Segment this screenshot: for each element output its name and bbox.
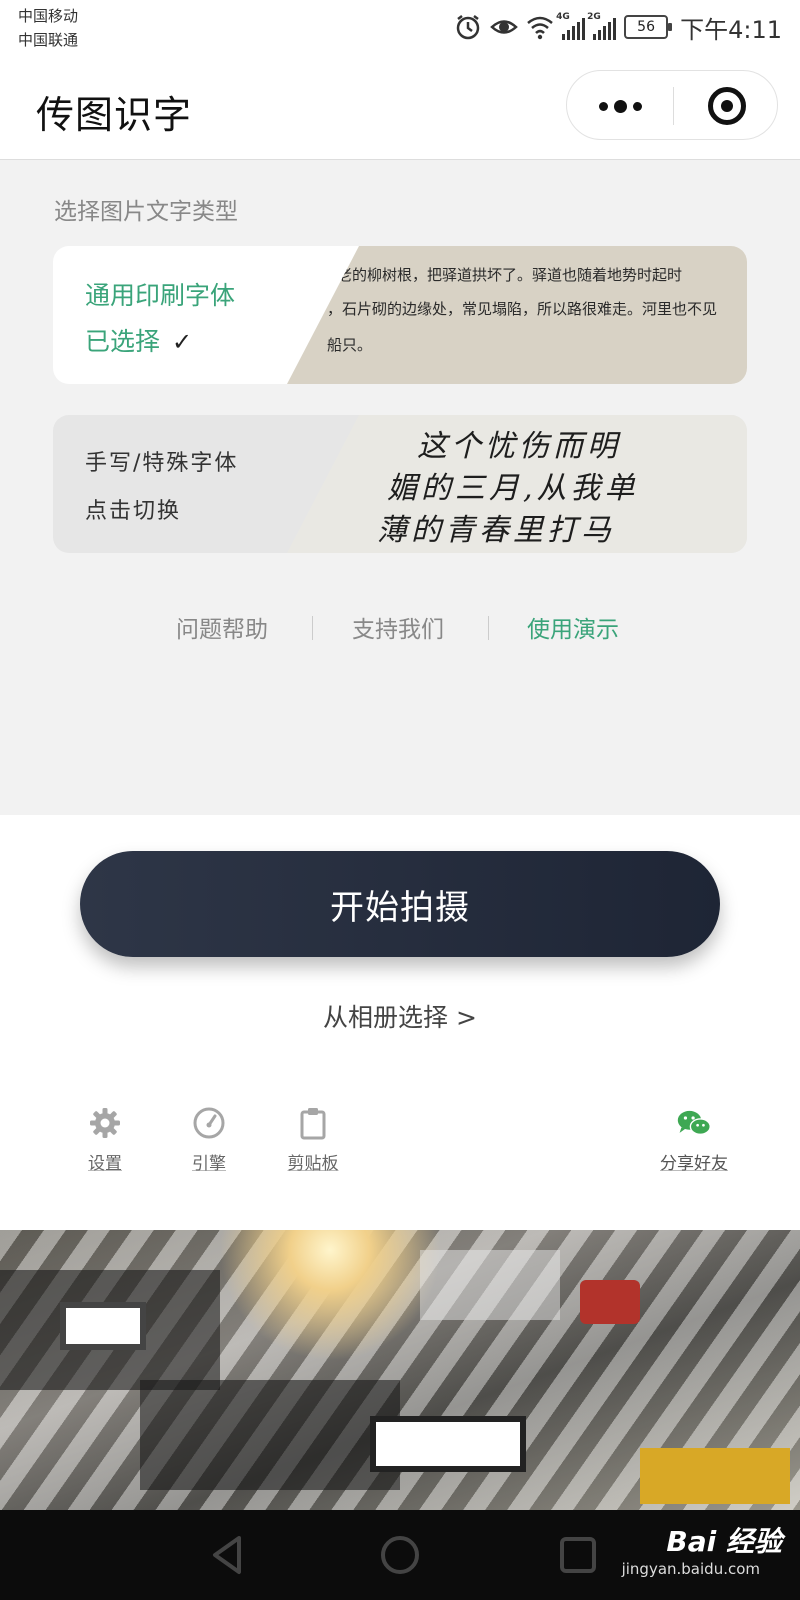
signal-strength-1-icon: 4G bbox=[556, 12, 586, 40]
ad-banner-figure bbox=[580, 1280, 640, 1324]
speedometer-icon bbox=[191, 1105, 227, 1141]
system-nav-bar: Bai 经验 jingyan.baidu.com bbox=[0, 1510, 800, 1600]
carrier-name-2: 中国联通 bbox=[18, 31, 79, 49]
carrier-name-1: 中国移动 bbox=[18, 7, 79, 25]
engine-label: 引擎 bbox=[192, 1154, 226, 1174]
printed-sample-image: 老的柳树根，把驿道拱坏了。驿道也随着地势时起时 ，石片砌的边缘处，常见塌陷，所以… bbox=[287, 246, 747, 384]
network-type-1: 4G bbox=[556, 12, 570, 22]
handwritten-sample-line: 媚的三月,从我单 bbox=[387, 471, 639, 506]
miniprogram-capsule bbox=[566, 70, 778, 140]
ad-banner[interactable] bbox=[0, 1230, 800, 1510]
ad-banner-tag bbox=[60, 1302, 146, 1350]
watermark-logo: Bai 经验 bbox=[666, 1525, 782, 1558]
more-menu-button[interactable] bbox=[567, 71, 673, 141]
check-icon: ✓ bbox=[172, 328, 193, 356]
back-icon[interactable] bbox=[205, 1532, 251, 1578]
support-link[interactable]: 支持我们 bbox=[352, 610, 444, 644]
clipboard-tool[interactable]: 剪贴板 bbox=[263, 1105, 363, 1174]
clipboard-icon bbox=[295, 1105, 331, 1141]
demo-link[interactable]: 使用演示 bbox=[527, 610, 619, 644]
handwritten-sample-line: 薄的青春里打马 bbox=[377, 513, 615, 548]
handwritten-font-action: 点击切换 bbox=[85, 499, 182, 524]
printed-sample-line: 船只。 bbox=[327, 336, 373, 354]
selected-label: 已选择 bbox=[85, 327, 161, 356]
share-friends-label: 分享好友 bbox=[660, 1154, 728, 1174]
link-separator bbox=[488, 616, 489, 640]
network-type-2: 2G bbox=[587, 12, 601, 22]
printed-font-card[interactable]: 老的柳树根，把驿道拱坏了。驿道也随着地势时起时 ，石片砌的边缘处，常见塌陷，所以… bbox=[53, 246, 747, 384]
watermark-url: jingyan.baidu.com bbox=[621, 1560, 760, 1578]
action-panel: 开始拍摄 从相册选择 > 设置 引擎 剪贴板 分享好友 bbox=[0, 815, 800, 1230]
help-links: 问题帮助 支持我们 使用演示 bbox=[0, 610, 800, 650]
start-shooting-button[interactable]: 开始拍摄 bbox=[80, 851, 720, 957]
printed-font-title: 通用印刷字体 bbox=[85, 281, 236, 310]
choose-from-album-link[interactable]: 从相册选择 > bbox=[0, 998, 800, 1034]
ad-banner-tag bbox=[640, 1448, 790, 1504]
printed-font-status: 已选择 ✓ bbox=[85, 322, 192, 358]
status-bar: 中国移动 中国联通 4G 2G 56 下午4:11 bbox=[0, 0, 800, 56]
printed-sample-line: 老的柳树根，把驿道拱坏了。驿道也随着地势时起时 bbox=[337, 266, 683, 284]
clipboard-label: 剪贴板 bbox=[287, 1154, 339, 1174]
status-icons: 4G 2G 56 下午4:11 bbox=[454, 10, 782, 44]
section-label: 选择图片文字类型 bbox=[54, 199, 238, 225]
handwritten-font-title: 手写/特殊字体 bbox=[85, 451, 239, 476]
eye-icon bbox=[490, 20, 518, 34]
settings-label: 设置 bbox=[88, 1154, 122, 1174]
handwritten-font-card[interactable]: 这个忧伤而明 媚的三月,从我单 薄的青春里打马 手写/特殊字体 点击切换 bbox=[53, 415, 747, 553]
ad-banner-tag bbox=[370, 1416, 526, 1472]
status-time: 下午4:11 bbox=[680, 15, 782, 44]
page-title: 传图识字 bbox=[36, 93, 193, 137]
handwritten-sample-image: 这个忧伤而明 媚的三月,从我单 薄的青春里打马 bbox=[287, 415, 747, 553]
link-separator bbox=[312, 616, 313, 640]
close-miniprogram-button[interactable] bbox=[674, 71, 779, 141]
handwritten-sample-line: 这个忧伤而明 bbox=[417, 429, 621, 464]
printed-sample-line: ，石片砌的边缘处，常见塌陷，所以路很难走。河里也不见 bbox=[327, 300, 718, 318]
help-link[interactable]: 问题帮助 bbox=[176, 610, 268, 644]
target-icon bbox=[707, 87, 746, 125]
recent-apps-icon[interactable] bbox=[555, 1532, 601, 1578]
wechat-icon bbox=[676, 1105, 712, 1141]
share-friends-tool[interactable]: 分享好友 bbox=[644, 1105, 744, 1174]
title-bar: 传图识字 bbox=[0, 56, 800, 160]
wifi-icon bbox=[527, 16, 553, 40]
signal-strength-2-icon: 2G bbox=[587, 12, 617, 40]
engine-tool[interactable]: 引擎 bbox=[159, 1105, 259, 1174]
alarm-icon bbox=[456, 15, 480, 40]
home-icon[interactable] bbox=[377, 1532, 423, 1578]
battery-icon: 56 bbox=[624, 15, 673, 39]
settings-tool[interactable]: 设置 bbox=[55, 1105, 155, 1174]
gear-icon bbox=[87, 1105, 123, 1141]
